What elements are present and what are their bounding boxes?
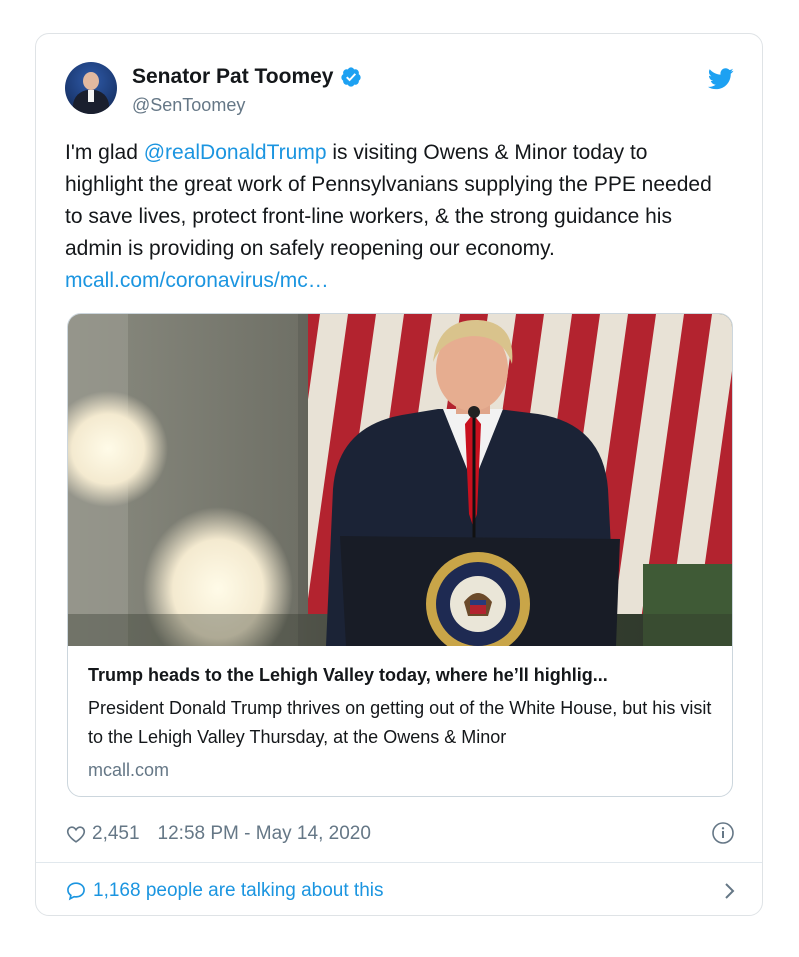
twitter-bird-icon[interactable] — [708, 68, 734, 90]
avatar[interactable] — [65, 62, 117, 114]
tweet-text-prefix: I'm glad — [65, 141, 144, 164]
link-card-info: Trump heads to the Lehigh Valley today, … — [88, 664, 718, 781]
author-name[interactable]: Senator Pat Toomey — [132, 65, 334, 89]
talking-count-link[interactable]: 1,168 people are talking about this — [93, 880, 384, 902]
author-handle[interactable]: @SenToomey — [132, 94, 245, 116]
link-card-title[interactable]: Trump heads to the Lehigh Valley today, … — [88, 664, 718, 686]
tweet-url-link[interactable]: mcall.com/coronavirus/mc… — [65, 269, 329, 292]
speech-bubble-icon — [67, 882, 85, 901]
link-card-description: President Donald Trump thrives on gettin… — [88, 698, 712, 747]
like-count[interactable]: 2,451 — [92, 823, 140, 845]
article-photo[interactable] — [68, 314, 733, 646]
tweet-embed-card: Senator Pat Toomey @SenToomey I'm glad @… — [35, 33, 763, 916]
link-preview-card[interactable]: Trump heads to the Lehigh Valley today, … — [67, 313, 733, 797]
heart-icon[interactable] — [65, 823, 87, 845]
tweet-meta: 2,451 12:58 PM - May 14, 2020 — [65, 821, 735, 847]
mention-link[interactable]: @realDonaldTrump — [144, 141, 327, 164]
chevron-right-icon[interactable] — [717, 879, 741, 903]
author-name-row[interactable]: Senator Pat Toomey — [132, 65, 362, 89]
tweet-timestamp[interactable]: 12:58 PM - May 14, 2020 — [158, 823, 371, 845]
verified-badge-icon — [340, 67, 361, 87]
info-icon[interactable] — [711, 821, 735, 845]
conversation-footer[interactable]: 1,168 people are talking about this — [65, 877, 735, 905]
tweet-header: Senator Pat Toomey @SenToomey — [65, 62, 735, 118]
link-card-domain: mcall.com — [88, 760, 170, 780]
tweet-text: I'm glad @realDonaldTrump is visiting Ow… — [65, 137, 725, 297]
divider — [36, 862, 762, 863]
